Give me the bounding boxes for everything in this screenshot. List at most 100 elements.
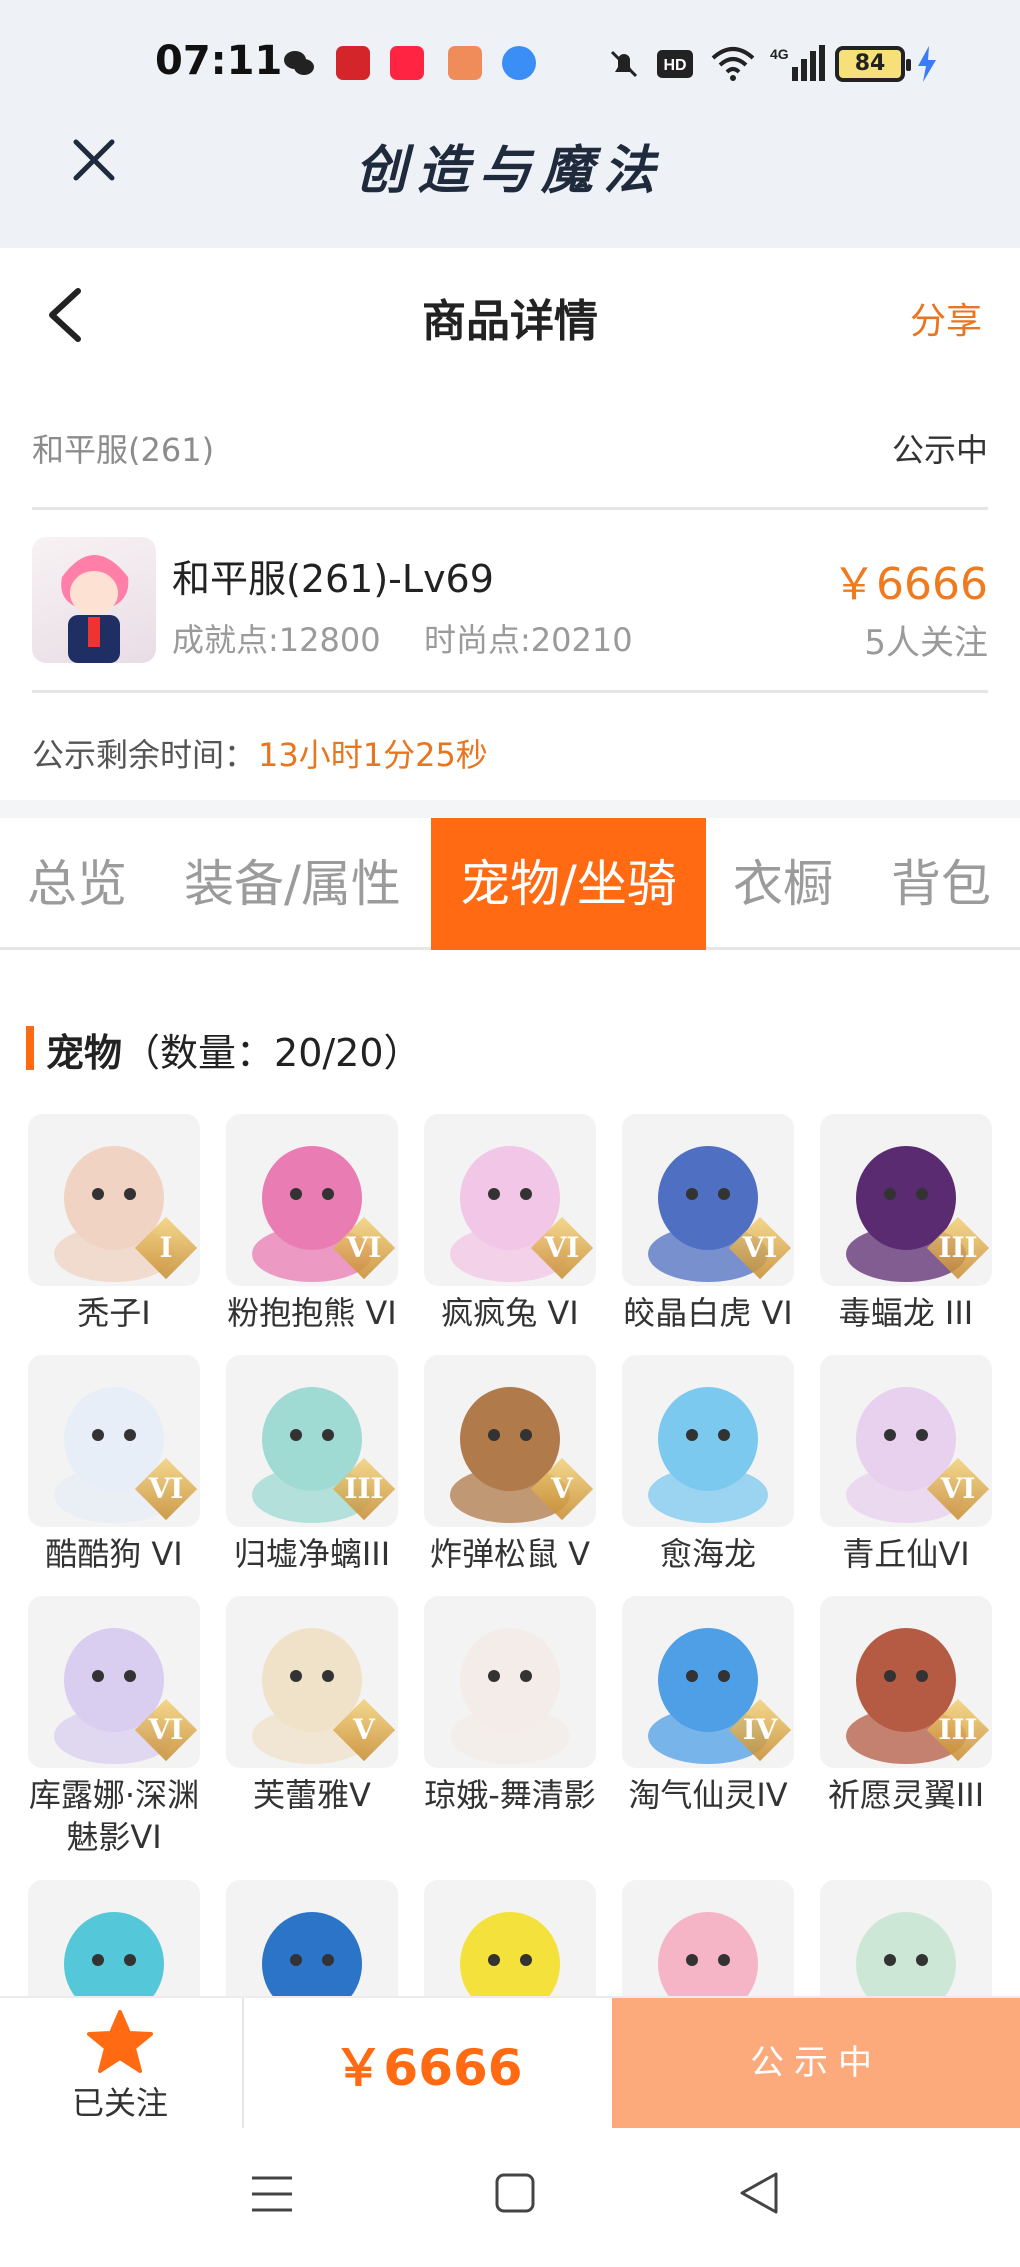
pet-image: III <box>226 1355 398 1527</box>
hd-icon: HD <box>656 44 694 84</box>
pet-image <box>622 1355 794 1527</box>
pet-card[interactable]: VI 粉抱抱熊 VI <box>226 1114 398 1334</box>
pet-image: IV <box>622 1596 794 1768</box>
pet-card[interactable]: 琼娥-舞清影 <box>424 1596 596 1816</box>
achievement-points: 成就点:12800 <box>172 621 381 659</box>
bottom-price: ￥6666 <box>333 2039 523 2097</box>
pet-name: 酷酷狗 VI <box>45 1535 183 1573</box>
bottom-action-bar: 已关注 ￥6666 公示中 <box>0 1996 1020 2128</box>
xiaohongshu-icon <box>390 46 424 80</box>
rank-label: VI <box>544 1231 580 1264</box>
pet-count: （数量：20/20） <box>122 1031 422 1075</box>
rank-label: III <box>938 1231 978 1264</box>
tab-pets-mounts[interactable]: 宠物/坐骑 <box>431 818 706 950</box>
pet-card[interactable]: VI 库露娜·深渊魅影VI <box>28 1596 200 1858</box>
pet-card[interactable]: IV 淘气仙灵IV <box>622 1596 794 1816</box>
study-app-icon <box>336 46 370 80</box>
pet-card[interactable]: V 芙蕾雅V <box>226 1596 398 1816</box>
pet-card[interactable]: III 祈愿灵翼III <box>820 1596 992 1816</box>
pet-name: 琼娥-舞清影 <box>424 1776 596 1814</box>
app-title: 创造与魔法 <box>354 140 665 201</box>
publicity-button[interactable]: 公示中 <box>612 1998 1020 2128</box>
game-app-icon <box>448 46 482 80</box>
rank-label: VI <box>148 1472 184 1505</box>
item-price: ￥6666 <box>832 559 988 610</box>
section-accent <box>26 1026 34 1070</box>
pet-name: 愈海龙 <box>659 1535 756 1573</box>
star-icon <box>87 2010 153 2073</box>
rank-label: VI <box>148 1713 184 1746</box>
pet-name: 皎晶白虎 VI <box>623 1294 793 1332</box>
follow-button[interactable]: 已关注 <box>40 1998 200 2128</box>
mute-icon <box>606 44 642 84</box>
pet-image: VI <box>28 1355 200 1527</box>
pet-image: III <box>820 1596 992 1768</box>
tab-equipment[interactable]: 装备/属性 <box>170 818 415 950</box>
tab-overview[interactable]: 总览 <box>12 818 142 950</box>
page-title: 商品详情 <box>422 296 598 347</box>
pet-image: VI <box>622 1114 794 1286</box>
rank-label: V <box>551 1472 573 1505</box>
share-button[interactable]: 分享 <box>910 292 982 344</box>
character-avatar <box>32 537 156 663</box>
fashion-points: 时尚点:20210 <box>424 621 633 659</box>
rank-label: VI <box>940 1472 976 1505</box>
system-nav-bar <box>0 2128 1020 2267</box>
back-nav-icon[interactable] <box>738 2170 780 2216</box>
rank-label: III <box>938 1713 978 1746</box>
pet-image: VI <box>226 1114 398 1286</box>
svg-text:4G: 4G <box>770 46 789 62</box>
rank-label: VI <box>742 1231 778 1264</box>
pet-name: 粉抱抱熊 VI <box>227 1294 397 1332</box>
battery-indicator: 84 <box>835 46 911 82</box>
home-icon[interactable] <box>494 2172 536 2214</box>
pet-card[interactable]: VI 青丘仙VI <box>820 1355 992 1575</box>
pet-image: V <box>226 1596 398 1768</box>
follow-label: 已关注 <box>71 2084 168 2122</box>
pet-image: III <box>820 1114 992 1286</box>
tab-wardrobe[interactable]: 衣橱 <box>718 818 848 950</box>
rank-label: IV <box>742 1713 778 1746</box>
pet-card[interactable]: III 毒蝠龙 III <box>820 1114 992 1334</box>
follower-count: 5人关注 <box>864 623 988 663</box>
status-time: 07:11 <box>155 38 283 84</box>
tab-bar: 总览 装备/属性 宠物/坐骑 衣橱 背包 <box>0 818 1020 950</box>
timer-label: 公示剩余时间： <box>32 736 257 774</box>
section-gap <box>0 800 1020 818</box>
pet-card[interactable]: I 秃子I <box>28 1114 200 1334</box>
timer-value: 13小时1分25秒 <box>258 736 488 774</box>
pet-name: 疯疯兔 VI <box>441 1294 579 1332</box>
pet-card[interactable]: III 归墟净螭III <box>226 1355 398 1575</box>
pet-name: 毒蝠龙 III <box>838 1294 974 1332</box>
pet-image <box>424 1596 596 1768</box>
section-title: 宠物（数量：20/20） <box>46 1031 422 1075</box>
pet-card[interactable]: V 炸弹松鼠 V <box>424 1355 596 1575</box>
tab-backpack[interactable]: 背包 <box>876 818 1006 950</box>
rank-label: VI <box>346 1231 382 1264</box>
server-name: 和平服(261) <box>32 431 215 469</box>
pet-card[interactable]: 愈海龙 <box>622 1355 794 1575</box>
pet-name: 库露娜·深渊魅影VI <box>28 1776 200 1856</box>
menu-icon[interactable] <box>250 2172 294 2216</box>
pet-card[interactable]: VI 疯疯兔 VI <box>424 1114 596 1334</box>
rank-label: V <box>353 1713 375 1746</box>
pet-name: 归墟净螭III <box>233 1535 391 1573</box>
signal-icon: 4G <box>770 44 826 84</box>
pet-image: VI <box>820 1355 992 1527</box>
pet-card[interactable]: VI 皎晶白虎 VI <box>622 1114 794 1334</box>
item-name: 和平服(261)-Lv69 <box>172 557 494 601</box>
pet-name: 祈愿灵翼III <box>827 1776 985 1814</box>
pet-card[interactable]: VI 酷酷狗 VI <box>28 1355 200 1575</box>
pet-name: 芙蕾雅V <box>253 1776 371 1814</box>
pet-name: 秃子I <box>77 1294 151 1332</box>
svg-text:HD: HD <box>663 57 686 74</box>
wifi-icon <box>710 44 756 84</box>
pet-name: 淘气仙灵IV <box>628 1776 788 1814</box>
divider <box>32 507 988 510</box>
pet-image: I <box>28 1114 200 1286</box>
wechat-icon <box>282 46 316 80</box>
rank-label: I <box>159 1231 173 1264</box>
rank-label: III <box>344 1472 384 1505</box>
pet-name: 青丘仙VI <box>842 1535 970 1573</box>
pet-image: VI <box>28 1596 200 1768</box>
